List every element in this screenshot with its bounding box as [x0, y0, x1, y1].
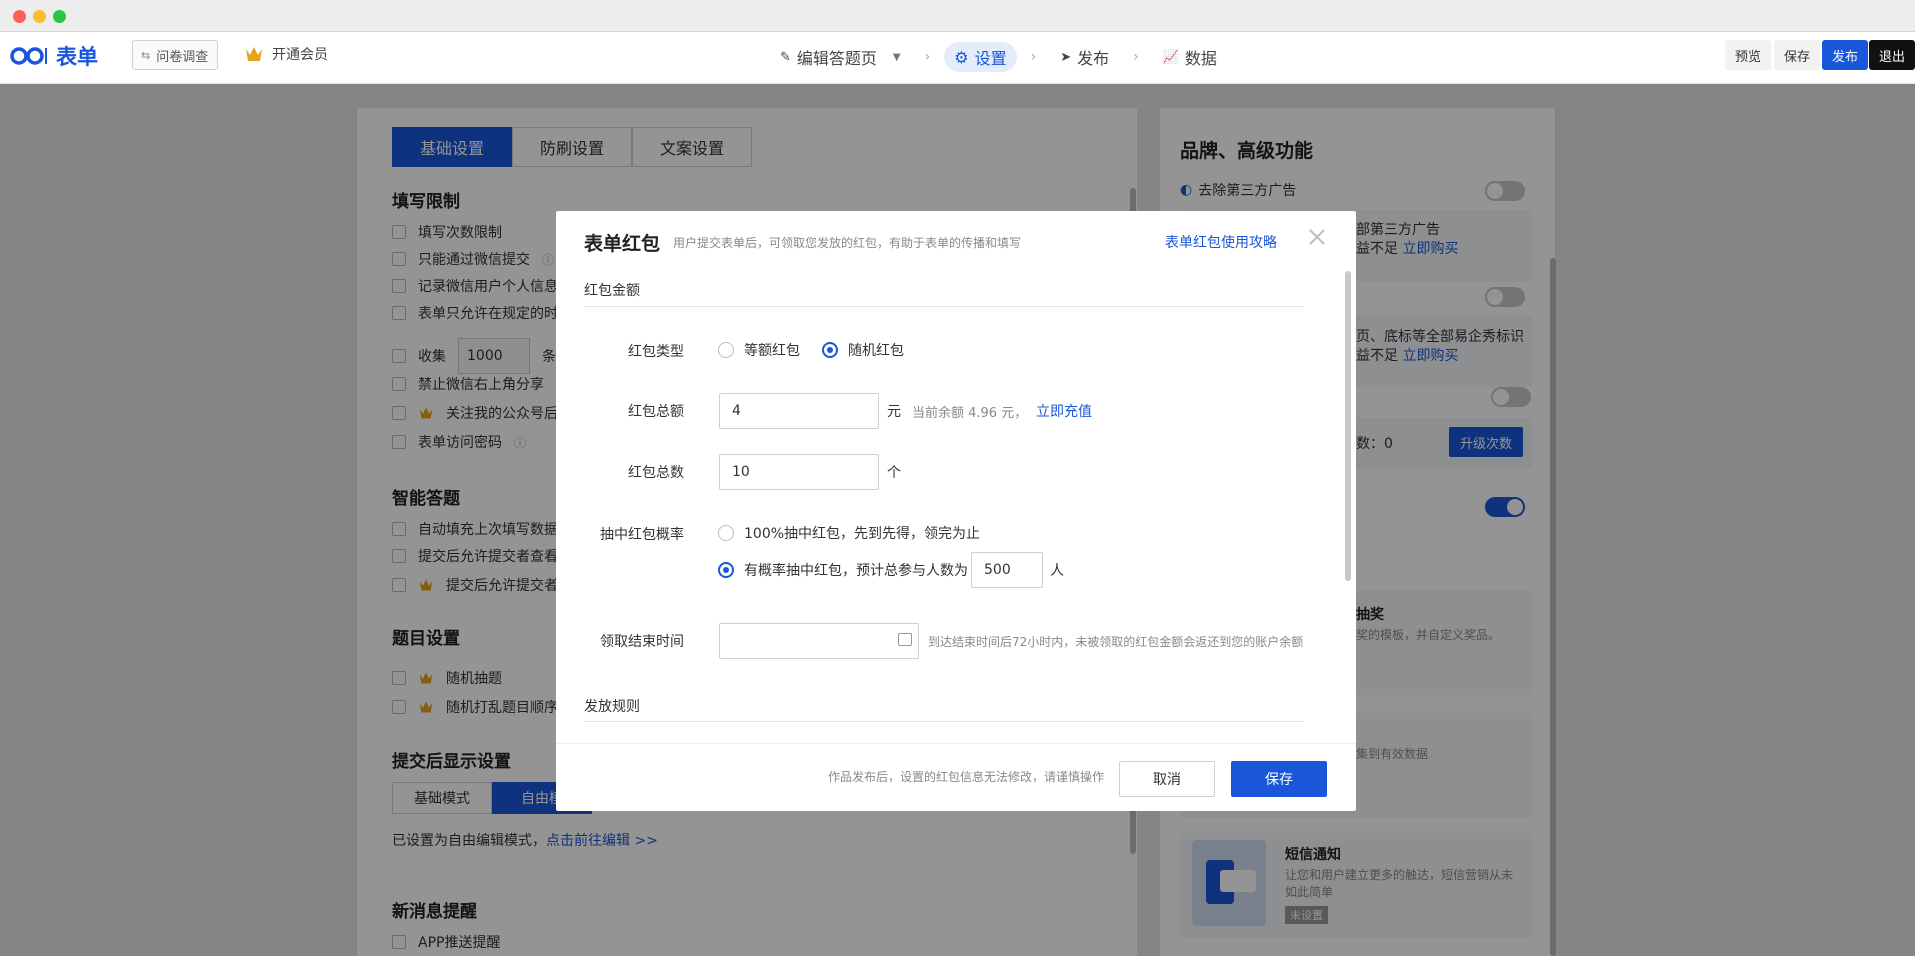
modal-scrollbar[interactable]	[1345, 271, 1351, 581]
red-envelope-modal: 表单红包 用户提交表单后，可领取您发放的红包，有助于表单的传播和填写 表单红包使…	[556, 211, 1356, 811]
modal-subtitle: 用户提交表单后，可领取您发放的红包，有助于表单的传播和填写	[673, 236, 1022, 250]
section-divider	[584, 721, 1304, 722]
close-icon[interactable]	[1307, 227, 1327, 247]
participants-input[interactable]: 500	[971, 552, 1043, 588]
end-time-label: 领取结束时间	[600, 634, 684, 650]
total-count-unit: 个	[887, 465, 901, 481]
equal-envelope-radio[interactable]: 等额红包	[718, 340, 800, 360]
edit-icon: ✎	[780, 49, 791, 65]
survey-type-button[interactable]: ⇆ 问卷调查	[132, 40, 218, 70]
save-top-button[interactable]: 保存	[1774, 40, 1821, 70]
total-amount-input[interactable]: 4	[719, 393, 879, 429]
radio-circle[interactable]	[718, 342, 734, 358]
amount-section-title: 红包金额	[584, 283, 640, 299]
window-titlebar	[0, 0, 1915, 32]
step-publish-label: 发布	[1077, 49, 1110, 68]
close-window-button[interactable]	[13, 10, 26, 23]
logo-text: 表单	[56, 45, 98, 69]
participants-unit: 人	[1050, 563, 1064, 579]
guide-link[interactable]: 表单红包使用攻略	[1165, 232, 1277, 252]
total-amount-unit: 元	[887, 404, 901, 420]
save-button[interactable]: 保存	[1231, 761, 1327, 797]
radio-circle[interactable]	[718, 525, 734, 541]
recharge-link[interactable]: 立即充值	[1036, 401, 1092, 421]
total-count-input[interactable]: 10	[719, 454, 879, 490]
crown-icon	[246, 47, 262, 61]
radio-label: 100%抽中红包，先到先得，领完为止	[744, 526, 981, 542]
modal-footer: 作品发布后，设置的红包信息无法修改，请谨慎操作 取消 保存	[556, 743, 1356, 811]
chance-probability-radio[interactable]: 有概率抽中红包，预计总参与人数为	[718, 560, 968, 580]
chart-icon: 📈	[1162, 49, 1179, 65]
chevron-down-icon[interactable]: ▼	[893, 52, 901, 63]
app-logo[interactable]: 表单	[10, 42, 98, 70]
radio-label: 随机红包	[848, 343, 904, 359]
cancel-button[interactable]: 取消	[1119, 761, 1215, 797]
total-count-label: 红包总数	[628, 465, 684, 481]
modal-title: 表单红包	[584, 233, 661, 255]
member-label: 开通会员	[272, 47, 328, 63]
logo-mark-icon	[10, 47, 47, 65]
radio-circle[interactable]	[822, 342, 838, 358]
step-settings[interactable]: ⚙ 设置	[944, 42, 1017, 72]
footer-note: 作品发布后，设置的红包信息无法修改，请谨慎操作	[828, 770, 1105, 784]
radio-label: 有概率抽中红包，预计总参与人数为	[744, 563, 968, 579]
balance-text: 当前余额 4.96 元，	[912, 406, 1028, 421]
survey-type-label: 问卷调查	[156, 49, 209, 65]
calendar-icon[interactable]	[898, 633, 912, 646]
chevron-right-icon: ›	[924, 49, 931, 65]
gear-icon: ⚙	[954, 47, 969, 67]
random-envelope-radio[interactable]: 随机红包	[822, 340, 904, 360]
type-label: 红包类型	[628, 344, 684, 360]
radio-circle[interactable]	[718, 562, 734, 578]
switch-icon: ⇆	[141, 48, 151, 62]
rules-section-title: 发放规则	[584, 699, 640, 715]
end-time-hint: 到达结束时间后72小时内，未被领取的红包金额会返还到您的账户余额	[928, 635, 1304, 649]
zoom-window-button[interactable]	[53, 10, 66, 23]
step-edit-label: 编辑答题页	[796, 49, 877, 68]
full-probability-radio[interactable]: 100%抽中红包，先到先得，领完为止	[718, 523, 980, 543]
chevron-right-icon: ›	[1030, 49, 1037, 65]
exit-button[interactable]: 退出	[1869, 40, 1915, 70]
step-settings-label: 设置	[974, 49, 1007, 68]
preview-button[interactable]: 预览	[1725, 40, 1772, 70]
probability-label: 抽中红包概率	[600, 527, 684, 543]
step-edit[interactable]: ✎ 编辑答题页 ▼	[770, 42, 911, 72]
minimize-window-button[interactable]	[33, 10, 46, 23]
radio-label: 等额红包	[744, 343, 800, 359]
step-nav: ✎ 编辑答题页 ▼ › ⚙ 设置 › ➤ 发布 › 📈 数据	[770, 42, 1227, 72]
send-icon: ➤	[1060, 49, 1072, 65]
step-data[interactable]: 📈 数据	[1153, 42, 1227, 72]
end-time-input[interactable]	[719, 623, 919, 659]
publish-button[interactable]: 发布	[1822, 40, 1869, 70]
chevron-right-icon: ›	[1133, 49, 1139, 65]
step-publish[interactable]: ➤ 发布	[1050, 42, 1119, 72]
section-divider	[584, 306, 1304, 307]
total-amount-label: 红包总额	[628, 404, 684, 420]
step-data-label: 数据	[1184, 49, 1217, 68]
open-membership-button[interactable]: 开通会员	[244, 44, 328, 64]
